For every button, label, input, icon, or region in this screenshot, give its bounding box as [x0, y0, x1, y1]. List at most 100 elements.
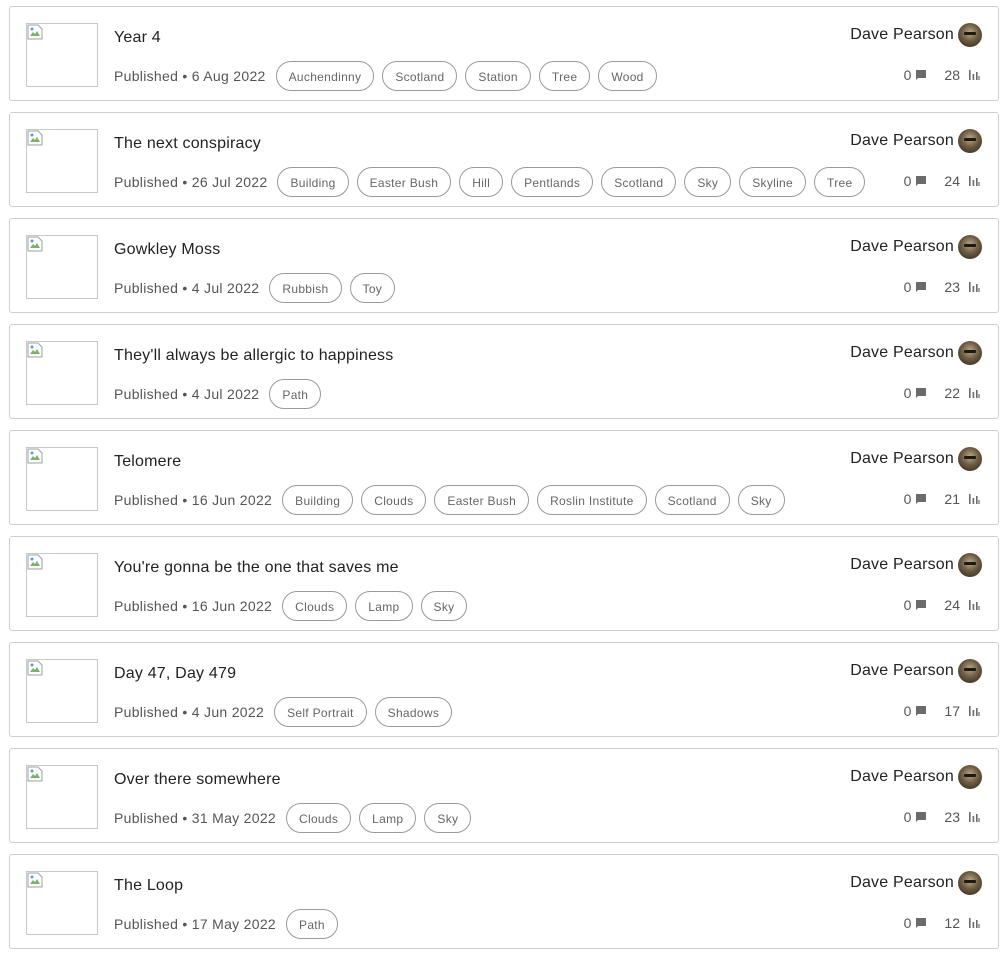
tag-chip[interactable]: Lamp [359, 803, 417, 833]
tag-chip[interactable]: Hill [459, 167, 504, 197]
tag-chip[interactable]: Tree [538, 61, 591, 91]
view-count: 17 [944, 703, 960, 719]
bar-chart-icon [969, 706, 980, 716]
view-count: 23 [944, 279, 960, 295]
tag-chip[interactable]: Path [269, 379, 322, 409]
author[interactable]: Dave Pearson [850, 447, 982, 471]
post-card[interactable]: Over there somewhere Published • 31 May … [9, 748, 999, 843]
author-name[interactable]: Dave Pearson [850, 556, 954, 574]
post-card[interactable]: The Loop Published • 17 May 2022 Path Da… [9, 854, 999, 949]
tag-chip[interactable]: Sky [424, 803, 472, 833]
tag-list: Auchendinny Scotland Station Tree Wood [275, 61, 665, 91]
tag-chip[interactable]: Clouds [286, 803, 352, 833]
tag-chip[interactable]: Self Portrait [274, 697, 367, 727]
tag-chip[interactable]: Sky [420, 591, 468, 621]
post-card[interactable]: Day 47, Day 479 Published • 4 Jun 2022 S… [9, 642, 999, 737]
author[interactable]: Dave Pearson [850, 871, 982, 895]
view-count: 24 [944, 173, 960, 189]
broken-image-icon[interactable] [26, 765, 98, 829]
tag-chip[interactable]: Wood [598, 61, 657, 91]
avatar[interactable] [958, 447, 982, 471]
author-name[interactable]: Dave Pearson [850, 768, 954, 786]
avatar[interactable] [958, 235, 982, 259]
post-title[interactable]: Over there somewhere [114, 771, 281, 789]
published-date: Published • 16 Jun 2022 [114, 492, 273, 508]
tag-chip[interactable]: Roslin Institute [537, 485, 647, 515]
author-name[interactable]: Dave Pearson [850, 450, 954, 468]
tag-chip[interactable]: Clouds [361, 485, 427, 515]
avatar[interactable] [958, 23, 982, 47]
tag-chip[interactable]: Sky [684, 167, 732, 197]
tag-chip[interactable]: Easter Bush [356, 167, 452, 197]
tag-chip[interactable]: Scotland [382, 61, 458, 91]
post-title[interactable]: Telomere [114, 453, 181, 471]
author[interactable]: Dave Pearson [850, 23, 982, 47]
avatar[interactable] [958, 341, 982, 365]
post-title[interactable]: Gowkley Moss [114, 241, 220, 259]
tag-chip[interactable]: Scotland [654, 485, 730, 515]
author-name[interactable]: Dave Pearson [850, 26, 954, 44]
tag-chip[interactable]: Skyline [739, 167, 807, 197]
post-meta: Published • 17 May 2022 Path [114, 908, 346, 940]
avatar[interactable] [958, 659, 982, 683]
tag-chip[interactable]: Clouds [282, 591, 348, 621]
view-count: 28 [944, 67, 960, 83]
post-title[interactable]: You're gonna be the one that saves me [114, 559, 399, 577]
tag-chip[interactable]: Auchendinny [275, 61, 375, 91]
tag-chip[interactable]: Path [286, 909, 338, 939]
post-title[interactable]: Year 4 [114, 29, 161, 47]
tag-chip[interactable]: Building [277, 167, 349, 197]
tag-chip[interactable]: Pentlands [511, 167, 594, 197]
post-meta: Published • 6 Aug 2022 Auchendinny Scotla… [114, 60, 665, 92]
tag-list: Self Portrait Shadows [274, 697, 460, 727]
broken-image-icon[interactable] [26, 23, 98, 87]
tag-chip[interactable]: Tree [814, 167, 866, 197]
post-title[interactable]: Day 47, Day 479 [114, 665, 236, 683]
post-card[interactable]: Year 4 Published • 6 Aug 2022 Auchendinn… [9, 6, 999, 101]
broken-image-icon[interactable] [26, 341, 98, 405]
tag-chip[interactable]: Rubbish [269, 273, 342, 303]
post-title[interactable]: The next conspiracy [114, 135, 261, 153]
avatar[interactable] [958, 871, 982, 895]
author[interactable]: Dave Pearson [850, 129, 982, 153]
post-card[interactable]: Telomere Published • 16 Jun 2022 Buildin… [9, 430, 999, 525]
tag-chip[interactable]: Building [282, 485, 354, 515]
author-name[interactable]: Dave Pearson [850, 132, 954, 150]
tag-chip[interactable]: Lamp [355, 591, 413, 621]
published-date: Published • 17 May 2022 [114, 916, 277, 932]
post-card[interactable]: Gowkley Moss Published • 4 Jul 2022 Rubb… [9, 218, 999, 313]
post-title[interactable]: The Loop [114, 877, 183, 895]
broken-image-icon[interactable] [26, 129, 98, 193]
author[interactable]: Dave Pearson [850, 659, 982, 683]
broken-image-icon[interactable] [26, 871, 98, 935]
post-card[interactable]: The next conspiracy Published • 26 Jul 2… [9, 112, 999, 207]
author-name[interactable]: Dave Pearson [850, 662, 954, 680]
author[interactable]: Dave Pearson [850, 235, 982, 259]
broken-image-icon[interactable] [26, 553, 98, 617]
author-name[interactable]: Dave Pearson [850, 344, 954, 362]
avatar[interactable] [958, 765, 982, 789]
tag-chip[interactable]: Shadows [374, 697, 453, 727]
comment-icon [916, 918, 927, 928]
author-name[interactable]: Dave Pearson [850, 238, 954, 256]
avatar[interactable] [958, 553, 982, 577]
tag-chip[interactable]: Station [465, 61, 531, 91]
tag-chip[interactable]: Scotland [601, 167, 677, 197]
broken-image-icon[interactable] [26, 659, 98, 723]
broken-image-icon[interactable] [26, 235, 98, 299]
author[interactable]: Dave Pearson [850, 341, 982, 365]
tag-chip[interactable]: Easter Bush [434, 485, 530, 515]
comment-count: 0 [903, 491, 912, 507]
post-title[interactable]: They'll always be allergic to happiness [114, 347, 393, 365]
author-name[interactable]: Dave Pearson [850, 874, 954, 892]
post-card[interactable]: They'll always be allergic to happiness … [9, 324, 999, 419]
bar-chart-icon [969, 600, 980, 610]
view-count: 21 [944, 491, 960, 507]
broken-image-icon[interactable] [26, 447, 98, 511]
avatar[interactable] [958, 129, 982, 153]
post-card[interactable]: You're gonna be the one that saves me Pu… [9, 536, 999, 631]
author[interactable]: Dave Pearson [850, 553, 982, 577]
author[interactable]: Dave Pearson [850, 765, 982, 789]
tag-chip[interactable]: Sky [737, 485, 785, 515]
tag-chip[interactable]: Toy [349, 273, 396, 303]
